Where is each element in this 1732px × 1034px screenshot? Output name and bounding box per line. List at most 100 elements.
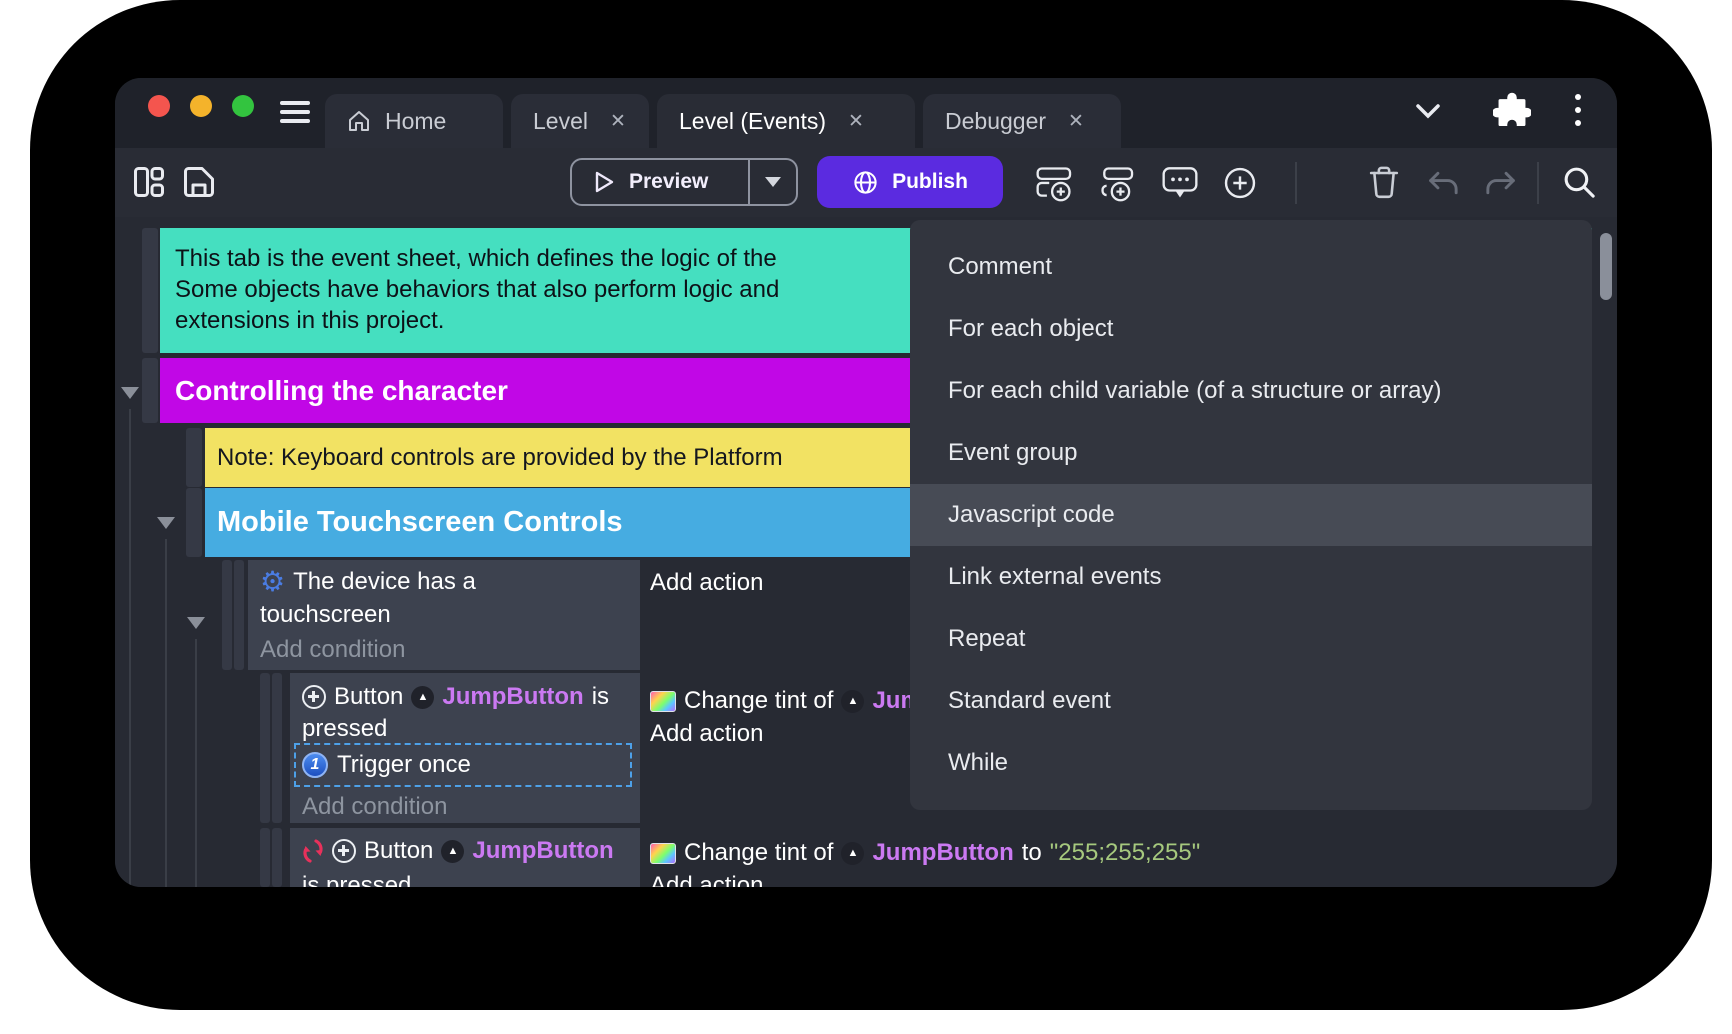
home-icon [347, 109, 371, 133]
zoom-window-button[interactable] [232, 95, 254, 117]
tint-swatch-icon [650, 843, 676, 864]
group-title: Mobile Touchscreen Controls [217, 506, 623, 538]
menu-item-event-group[interactable]: Event group [910, 422, 1592, 484]
event-gutter-bar[interactable] [142, 228, 158, 353]
vertical-scrollbar-thumb[interactable] [1600, 233, 1612, 300]
trigger-once-icon: 1 [302, 752, 328, 778]
chevron-down-icon[interactable] [1415, 104, 1441, 119]
kebab-menu-icon[interactable] [1575, 94, 1581, 133]
delete-trash-icon[interactable] [1367, 164, 1401, 200]
menu-item-while[interactable]: While [910, 732, 1592, 794]
close-window-button[interactable] [148, 95, 170, 117]
publish-button[interactable]: Publish [817, 156, 1003, 208]
collapse-arrow-icon[interactable] [157, 517, 175, 529]
event-gutter-bar[interactable] [272, 673, 282, 823]
menu-item-repeat[interactable]: Repeat [910, 608, 1592, 670]
event-gutter-bar[interactable] [222, 560, 232, 670]
redo-icon[interactable] [1483, 170, 1517, 196]
platforminfo-gear-icon: ⚙ [260, 569, 285, 595]
add-action-link[interactable]: Add action [650, 720, 763, 748]
tab-level-events[interactable]: Level (Events) ✕ [657, 94, 915, 148]
tab-level[interactable]: Level ✕ [511, 94, 649, 148]
toolbar-divider [1537, 162, 1539, 204]
menu-item-javascript-code[interactable]: Javascript code [910, 484, 1592, 546]
event-gutter-bar[interactable] [186, 488, 202, 557]
tree-guide-line [195, 639, 197, 887]
publish-label: Publish [892, 170, 968, 194]
menu-item-standard-event[interactable]: Standard event [910, 670, 1592, 732]
event-gutter-bar[interactable] [186, 428, 202, 487]
condition-text: Button [334, 683, 403, 711]
toolbar-divider [1295, 162, 1297, 204]
close-tab-icon[interactable]: ✕ [610, 110, 626, 133]
screenshot-canvas: Home Level ✕ Level (Events) ✕ Debugger ✕ [0, 0, 1732, 1034]
add-condition-link[interactable]: Add condition [260, 636, 405, 664]
selected-condition-trigger-once[interactable]: 1 Trigger once [294, 743, 632, 787]
object-arrow-badge-icon: ▲ [441, 840, 464, 863]
close-tab-icon[interactable]: ✕ [1068, 110, 1084, 133]
menu-item-comment[interactable]: Comment [910, 236, 1592, 298]
group-title: Controlling the character [175, 375, 508, 406]
object-arrow-badge-icon: ▲ [841, 690, 864, 713]
add-event-context-menu: Comment For each object For each child v… [910, 220, 1592, 810]
tree-guide-line [129, 409, 131, 887]
tab-bar: Home Level ✕ Level (Events) ✕ Debugger ✕ [115, 78, 1617, 148]
addons-puzzle-icon[interactable] [1493, 92, 1531, 130]
preview-button[interactable]: Preview [570, 158, 798, 206]
tint-swatch-icon [650, 691, 676, 712]
collapse-arrow-icon[interactable] [187, 617, 205, 629]
add-event-icon[interactable] [1035, 165, 1075, 202]
condition-text: is pressed [302, 872, 411, 887]
caret-down-icon [765, 177, 781, 187]
condition-cell-jumpbutton-2[interactable]: Button ▲ JumpButton is pressed [290, 828, 640, 887]
object-name: JumpButton [442, 683, 583, 711]
preview-label: Preview [629, 170, 708, 194]
note-text: Note: Keyboard controls are provided by … [217, 444, 783, 471]
object-name: JumpButton [472, 837, 613, 865]
add-action-link[interactable]: Add action [650, 569, 763, 597]
tab-label: Debugger [945, 108, 1046, 135]
condition-text: Trigger once [337, 751, 471, 779]
menu-item-for-each-object[interactable]: For each object [910, 298, 1592, 360]
tab-debugger[interactable]: Debugger ✕ [923, 94, 1121, 148]
object-arrow-badge-icon: ▲ [841, 842, 864, 865]
app-window: Home Level ✕ Level (Events) ✕ Debugger ✕ [115, 78, 1617, 887]
menu-item-for-each-child-variable[interactable]: For each child variable (of a structure … [910, 360, 1592, 422]
gamepad-icon [302, 685, 326, 709]
globe-icon [852, 169, 879, 196]
event-gutter-bar[interactable] [234, 560, 244, 670]
comment-bubble-icon[interactable] [1161, 166, 1199, 201]
event-gutter-bar[interactable] [260, 828, 270, 887]
gamepad-icon [332, 839, 356, 863]
event-gutter-bar[interactable] [272, 828, 282, 887]
condition-text: touchscreen [260, 601, 391, 629]
object-arrow-badge-icon: ▲ [411, 686, 434, 709]
event-gutter-bar[interactable] [260, 673, 270, 823]
menu-item-link-external-events[interactable]: Link external events [910, 546, 1592, 608]
condition-text: pressed [302, 715, 387, 743]
minimize-window-button[interactable] [190, 95, 212, 117]
tab-label: Level [533, 108, 588, 135]
preview-dropdown-button[interactable] [750, 177, 796, 187]
tab-label: Home [385, 108, 446, 135]
search-icon[interactable] [1561, 164, 1597, 200]
add-subevent-icon[interactable] [1097, 165, 1137, 202]
preview-button-main[interactable]: Preview [572, 170, 748, 194]
add-plus-circle-icon[interactable] [1223, 166, 1257, 200]
condition-text: The device has a [293, 568, 476, 596]
close-tab-icon[interactable]: ✕ [848, 110, 864, 133]
add-action-link[interactable]: Add action [650, 872, 763, 887]
action-change-tint[interactable]: Change tint of ▲ JumpButton to "255;255;… [650, 839, 1200, 867]
layout-panels-icon[interactable] [131, 164, 167, 200]
add-condition-link[interactable]: Add condition [302, 793, 447, 821]
condition-cell-device[interactable]: ⚙ The device has a touchscreen Add condi… [248, 560, 640, 670]
condition-cell-jumpbutton-1[interactable]: Button ▲ JumpButton is pressed 1 Trigger… [290, 673, 640, 823]
event-gutter-bar[interactable] [142, 358, 158, 423]
save-icon[interactable] [181, 164, 217, 200]
tab-home[interactable]: Home [325, 94, 503, 148]
collapse-arrow-icon[interactable] [121, 387, 139, 399]
undo-icon[interactable] [1427, 170, 1461, 196]
main-menu-icon[interactable] [280, 101, 310, 125]
condition-text: Button [364, 837, 433, 865]
inverted-condition-icon [302, 838, 324, 864]
